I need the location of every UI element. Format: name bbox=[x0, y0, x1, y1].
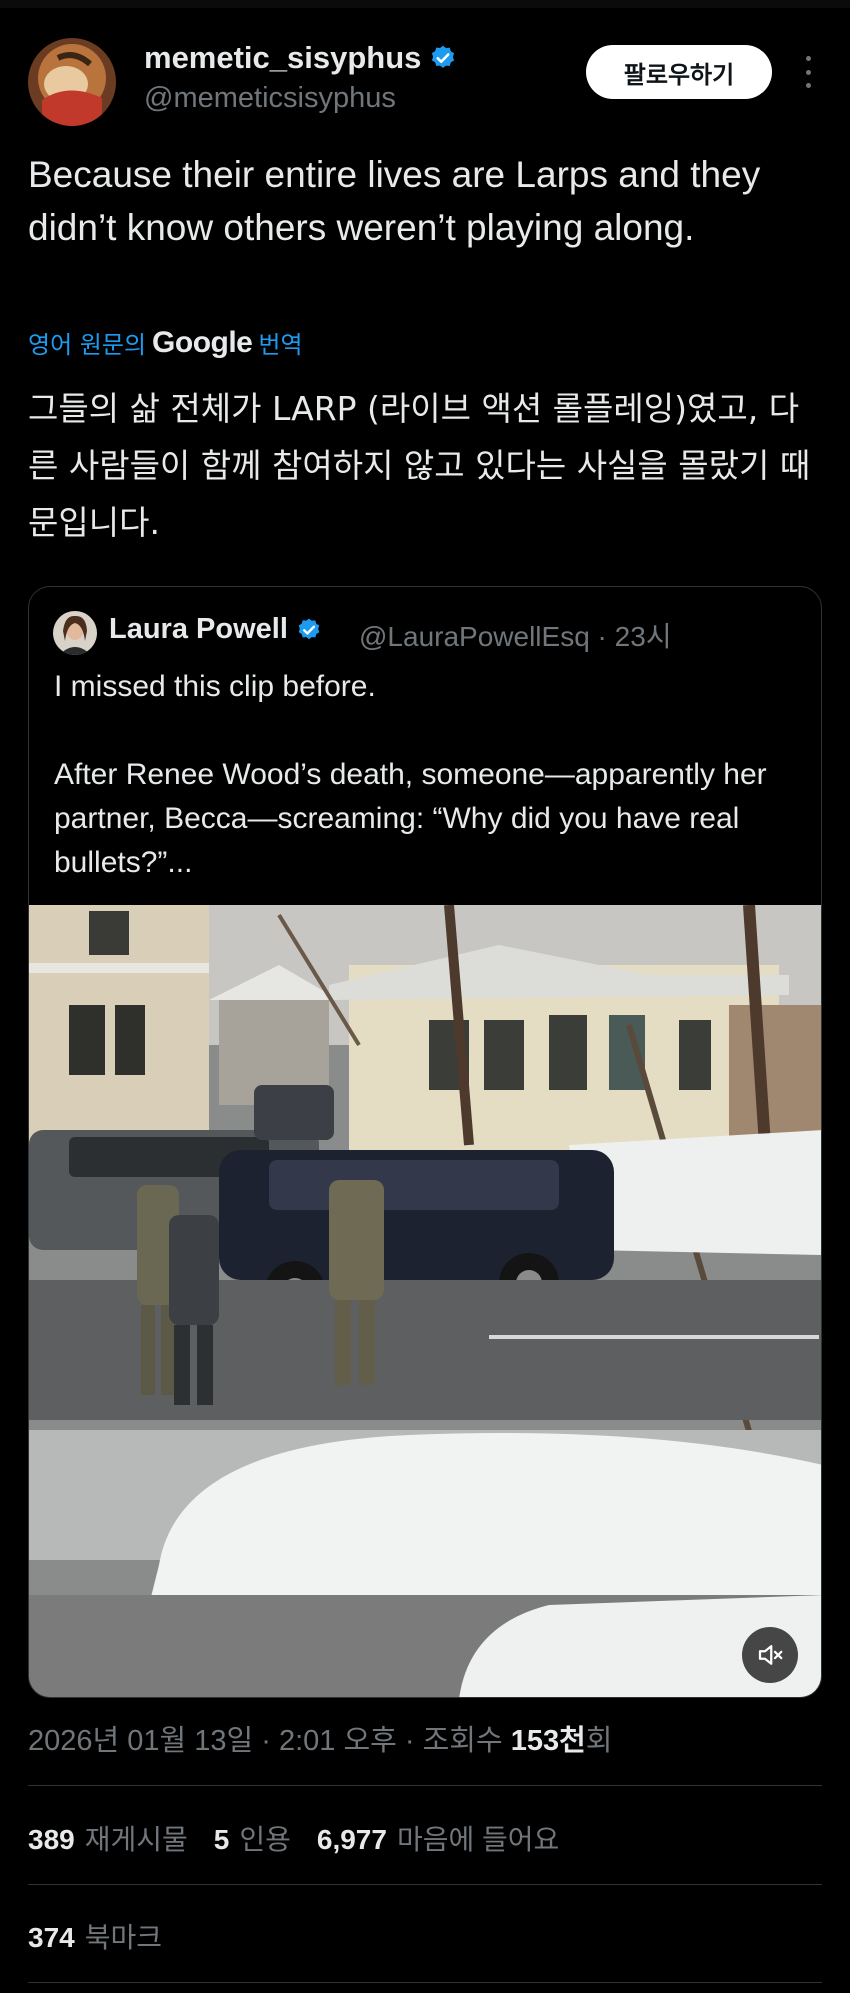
timestamp-text: 2026년 01월 13일 · 2:01 오후 · 조회수 bbox=[28, 1725, 503, 1757]
verified-badge-icon bbox=[432, 45, 455, 68]
author-name[interactable]: memetic_sisyphus bbox=[144, 40, 457, 76]
tweet-text: Because their entire lives are Larps and… bbox=[28, 154, 761, 248]
quoted-author-avatar[interactable] bbox=[53, 611, 97, 655]
meta-separator: · bbox=[589, 621, 615, 652]
likes-count: 6,977 bbox=[316, 1824, 387, 1855]
quotes-count: 5 bbox=[213, 1824, 230, 1855]
quoted-text: I missed this clip before. After Renee W… bbox=[54, 665, 814, 885]
translation-prefix: 영어 원문의 bbox=[28, 331, 147, 359]
bookmarks-label: 북마크 bbox=[84, 1922, 162, 1953]
google-logo: Google bbox=[152, 325, 253, 359]
divider bbox=[28, 1982, 822, 1983]
bookmarks-stat[interactable]: 374 북마크 bbox=[28, 1916, 162, 1956]
quotes-stat[interactable]: 5 인용 bbox=[214, 1818, 291, 1858]
translation-suffix: 번역 bbox=[258, 331, 303, 359]
divider bbox=[28, 1785, 822, 1786]
translated-text: 그들의 삶 전체가 LARP (라이브 액션 롤플레잉)였고, 다른 사람들이 … bbox=[28, 389, 811, 542]
likes-stat[interactable]: 6,977 마음에 들어요 bbox=[317, 1818, 559, 1858]
retweets-stat[interactable]: 389 재게시물 bbox=[28, 1818, 188, 1858]
retweets-label: 재게시물 bbox=[84, 1824, 188, 1855]
author-avatar[interactable] bbox=[28, 38, 116, 126]
follow-button[interactable]: 팔로우하기 bbox=[586, 45, 772, 99]
tweet-timestamp[interactable]: 2026년 01월 13일 · 2:01 오후 · 조회수 153천회 bbox=[28, 1717, 612, 1759]
top-border bbox=[0, 0, 850, 8]
quoted-text-line-1: I missed this clip before. bbox=[54, 670, 376, 703]
mute-icon[interactable] bbox=[742, 1627, 798, 1683]
views-count: 153천 bbox=[510, 1725, 586, 1757]
quoted-video[interactable] bbox=[29, 904, 821, 1697]
quoted-meta: @LauraPowellEsq · 23시 bbox=[359, 615, 672, 655]
engagement-stats: 389 재게시물 5 인용 6,977 마음에 들어요 bbox=[28, 1818, 559, 1858]
quoted-author-name-text: Laura Powell bbox=[109, 613, 288, 645]
quoted-time[interactable]: 23시 bbox=[615, 621, 672, 652]
author-name-text: memetic_sisyphus bbox=[144, 40, 422, 75]
quoted-author-name[interactable]: Laura Powell bbox=[109, 613, 322, 646]
views-suffix: 회 bbox=[585, 1725, 613, 1757]
quoted-handle[interactable]: @LauraPowellEsq bbox=[359, 621, 590, 652]
quotes-label: 인용 bbox=[239, 1824, 291, 1855]
quoted-verified-badge-icon bbox=[298, 618, 320, 639]
retweets-count: 389 bbox=[28, 1824, 75, 1855]
author-handle[interactable]: @memeticsisyphus bbox=[144, 82, 396, 115]
divider bbox=[28, 1884, 822, 1885]
translation-attribution[interactable]: 영어 원문의 Google 번역 bbox=[28, 325, 303, 360]
likes-label: 마음에 들어요 bbox=[396, 1824, 560, 1855]
bookmarks-count: 374 bbox=[28, 1922, 75, 1953]
quoted-text-line-2: After Renee Wood’s death, someone—appare… bbox=[54, 758, 767, 879]
quoted-tweet[interactable]: Laura Powell @LauraPowellEsq · 23시 I mis… bbox=[28, 586, 822, 1698]
more-options-icon[interactable] bbox=[796, 50, 820, 94]
